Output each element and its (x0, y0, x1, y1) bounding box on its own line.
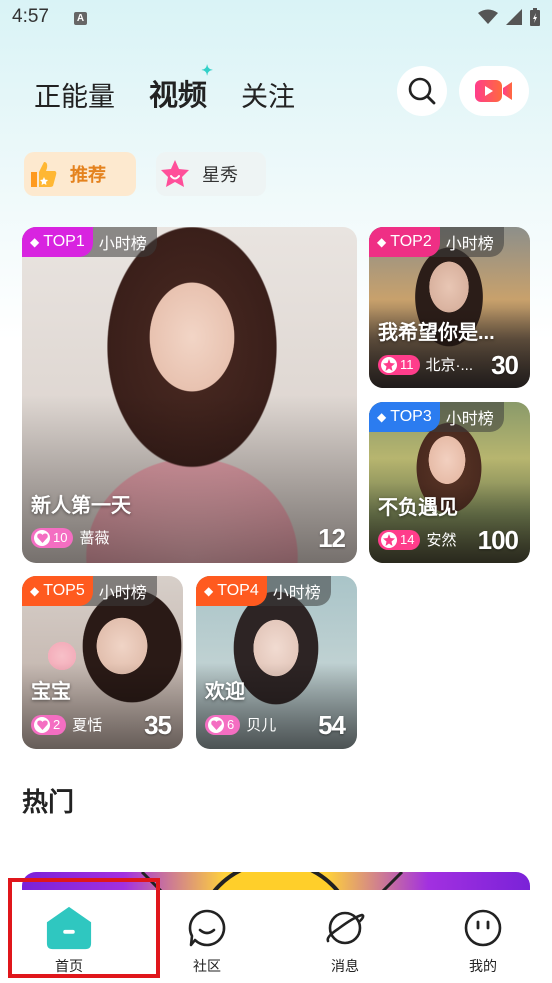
hour-list-label: 小时榜 (445, 411, 494, 428)
viewer-count: 30 (491, 350, 519, 380)
section-title-hot: 热门 (22, 787, 75, 817)
live-card-top1[interactable]: ◆ TOP1 小时榜 新人第一天 10 蔷薇 12 (22, 227, 357, 563)
viewer-count: 54 (318, 710, 346, 740)
rank-badge: ◆ TOP1 小时榜 (22, 227, 157, 257)
level-value: 10 (53, 530, 68, 545)
nav-messages[interactable]: 消息 (276, 890, 414, 983)
search-button[interactable] (397, 66, 447, 116)
rank-badge: ◆ TOP5 小时榜 (22, 576, 157, 606)
search-icon (408, 77, 436, 105)
card-title: 欢迎 (205, 681, 245, 703)
live-card-top5[interactable]: ◆ TOP5 小时榜 宝宝 2 夏恬 35 (22, 576, 183, 749)
level-value: 6 (227, 717, 235, 732)
heart-icon (34, 716, 50, 733)
nav-messages-label: 消息 (331, 958, 359, 974)
card-title: 新人第一天 (31, 495, 131, 517)
star-icon (158, 157, 192, 191)
hour-list-label: 小时榜 (272, 585, 321, 602)
rank-label: TOP3 (390, 408, 432, 425)
live-card-top3[interactable]: ◆ TOP3 小时榜 不负遇见 14 安然 100 (369, 402, 530, 563)
level-value: 2 (53, 717, 61, 732)
community-icon (183, 904, 231, 952)
host-name: 北京·... (425, 357, 474, 374)
rank-badge: ◆ TOP3 小时榜 (369, 402, 504, 432)
tab-follow[interactable]: 关注 (241, 75, 295, 114)
card-title: 不负遇见 (378, 497, 458, 519)
hour-list-label: 小时榜 (98, 585, 147, 602)
nav-profile-label: 我的 (469, 958, 497, 974)
live-button[interactable] (459, 66, 529, 116)
host-name: 蔷薇 (79, 530, 110, 547)
level-badge: 6 (205, 714, 241, 735)
heart-icon (34, 529, 50, 546)
card-title: 宝宝 (31, 681, 71, 703)
heart-icon (208, 716, 224, 733)
hour-list-label: 小时榜 (98, 236, 147, 253)
rank-badge: ◆ TOP2 小时榜 (369, 227, 504, 257)
level-badge: 14 (378, 529, 421, 550)
viewer-count: 12 (318, 523, 346, 553)
category-star-show[interactable]: 星秀 (156, 152, 266, 196)
host-name: 贝儿 (246, 717, 277, 734)
viewer-count: 100 (477, 525, 519, 555)
rank-label: TOP4 (217, 582, 259, 599)
sparkle-icon: ✦ (201, 62, 214, 78)
viewer-count: 35 (144, 710, 172, 740)
live-card-top4[interactable]: ◆ TOP4 小时榜 欢迎 6 贝儿 54 (196, 576, 357, 749)
signal-icon (506, 9, 522, 25)
thumbs-up-icon (26, 157, 60, 191)
nav-community-label: 社区 (193, 958, 221, 974)
rank-label: TOP1 (43, 233, 85, 250)
status-time: 4:57 (12, 6, 49, 27)
rank-badge: ◆ TOP4 小时榜 (196, 576, 331, 606)
nav-profile[interactable]: 我的 (414, 890, 552, 983)
category-star-show-label: 星秀 (202, 165, 238, 185)
battery-icon (530, 8, 540, 26)
diamond-icon: ◆ (204, 584, 214, 598)
level-badge: 2 (31, 714, 67, 735)
host-name: 安然 (426, 532, 457, 549)
level-value: 14 (400, 532, 415, 547)
card-title: 我希望你是... (378, 322, 495, 344)
level-badge: 10 (31, 527, 74, 548)
diamond-icon: ◆ (30, 235, 40, 249)
tab-positive-energy[interactable]: 正能量 (34, 75, 115, 114)
rank-label: TOP2 (390, 233, 432, 250)
wifi-icon (478, 9, 498, 24)
hour-list-label: 小时榜 (445, 236, 494, 253)
tab-video-label: 视频 (149, 80, 208, 112)
diamond-icon: ◆ (30, 584, 40, 598)
header-tabs: 正能量 视频 ✦ 关注 (34, 62, 295, 114)
category-recommend-label: 推荐 (70, 165, 106, 185)
highlight-box (8, 878, 160, 978)
video-camera-icon (475, 80, 512, 102)
category-recommend[interactable]: 推荐 (24, 152, 136, 196)
host-name: 夏恬 (72, 717, 103, 734)
status-bar: 4:57 A (0, 0, 552, 40)
diamond-icon: ◆ (377, 235, 387, 249)
star-badge-icon (381, 531, 397, 548)
level-badge: 11 (378, 354, 420, 375)
tab-video[interactable]: 视频 ✦ (149, 62, 213, 114)
live-card-top2[interactable]: ◆ TOP2 小时榜 我希望你是... 11 北京·... 30 (369, 227, 530, 388)
level-value: 11 (400, 357, 414, 372)
planet-icon (321, 904, 369, 952)
diamond-icon: ◆ (377, 410, 387, 424)
rank-label: TOP5 (43, 582, 85, 599)
star-badge-icon (381, 356, 397, 373)
profile-icon (459, 904, 507, 952)
notification-a-icon: A (74, 12, 87, 25)
